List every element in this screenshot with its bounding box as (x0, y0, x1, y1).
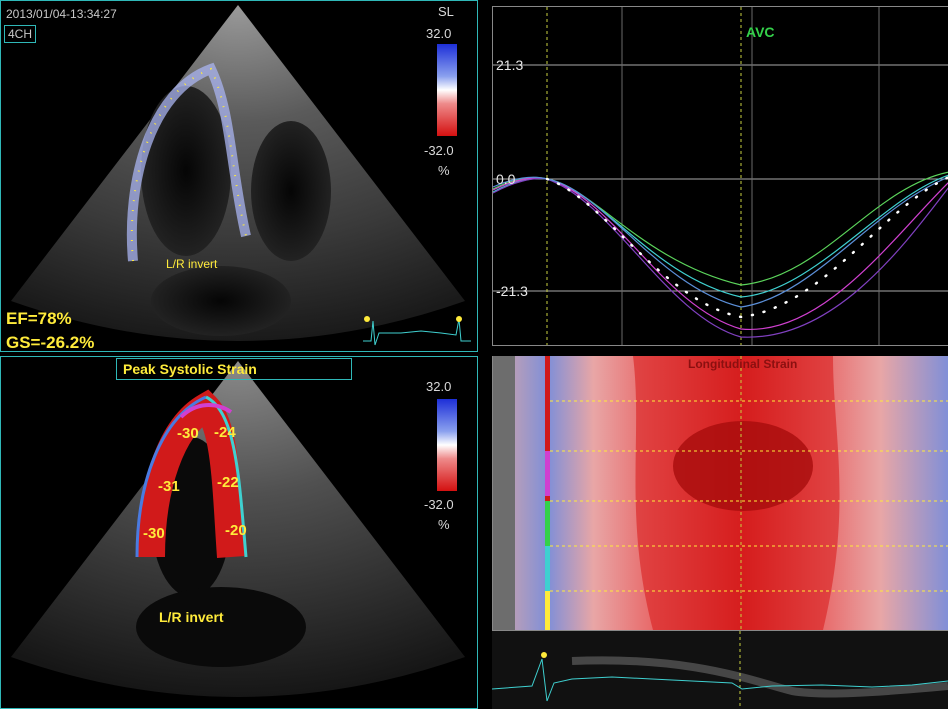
la-cavity (136, 587, 306, 667)
segment-key-apical (545, 451, 550, 496)
lv-cavity (141, 86, 231, 256)
segment-key-lateral (545, 546, 550, 591)
ecg-trace (363, 316, 471, 346)
segment-key-mid (545, 501, 550, 546)
scale-max: 32.0 (426, 26, 452, 41)
view-label: 4CH (4, 25, 37, 43)
la-cavity (151, 266, 291, 336)
ecg-marker[interactable] (541, 652, 547, 658)
scale-max: 32.0 (426, 379, 452, 394)
echo-image (11, 5, 465, 341)
segment-value-mid-lateral: -22 (217, 474, 239, 491)
ecg-strip (492, 631, 948, 709)
strain-curve-panel[interactable]: AVC 21.3 0.0 -21.3 (492, 6, 948, 346)
scale-unit: % (438, 517, 450, 532)
orientation-label: L/R invert (166, 257, 218, 271)
segment-value-apical-septal: -30 (177, 425, 199, 442)
strain-mmode-panel[interactable]: Longitudinal Strain (492, 356, 948, 630)
segment-curve (493, 177, 948, 338)
scale-min: -32.0 (424, 497, 454, 512)
mode-label: SL (438, 4, 454, 19)
strain-curve-plot[interactable] (493, 7, 948, 346)
ef-value: EF=78% (6, 309, 72, 328)
gs-value: GS=-26.2% (6, 333, 95, 352)
segment-curve (493, 176, 948, 308)
strain-mmode-image (493, 356, 948, 630)
rv-cavity (251, 121, 331, 261)
avc-label: AVC (746, 24, 775, 40)
strain-map-title: Peak Systolic Strain (116, 358, 352, 380)
orientation-label: L/R invert (159, 609, 224, 625)
segment-key-basal (545, 591, 550, 630)
segment-value-mid-septal: -31 (158, 478, 180, 495)
timestamp: 2013/01/04-13:34:27 (6, 7, 117, 21)
echo-tracking-panel[interactable]: 2013/01/04-13:34:27 4CH SL 32.0 -32.0 % … (0, 0, 478, 352)
segment-value-basal-septal: -30 (143, 525, 165, 542)
segment-curve (493, 177, 948, 330)
peak-strain-panel[interactable]: Peak Systolic Strain 32.0 -32.0 % -30 -2… (0, 356, 478, 709)
y-axis-zero-label: 0.0 (496, 171, 516, 187)
scale-min: -32.0 (424, 143, 454, 158)
segment-value-apical-lateral: -24 (214, 424, 236, 441)
depth-scale (493, 356, 515, 630)
y-axis-top-label: 21.3 (496, 57, 524, 73)
segment-value-basal-lateral: -20 (225, 522, 247, 539)
mmode-title: Longitudinal Strain (688, 357, 798, 371)
color-scale-bar (437, 399, 457, 491)
ecg-strip-panel[interactable] (492, 630, 948, 709)
y-axis-bottom-label: -21.3 (496, 283, 528, 299)
color-scale-bar (437, 44, 457, 136)
peak-strain-region (673, 421, 813, 511)
scale-unit: % (438, 163, 450, 178)
